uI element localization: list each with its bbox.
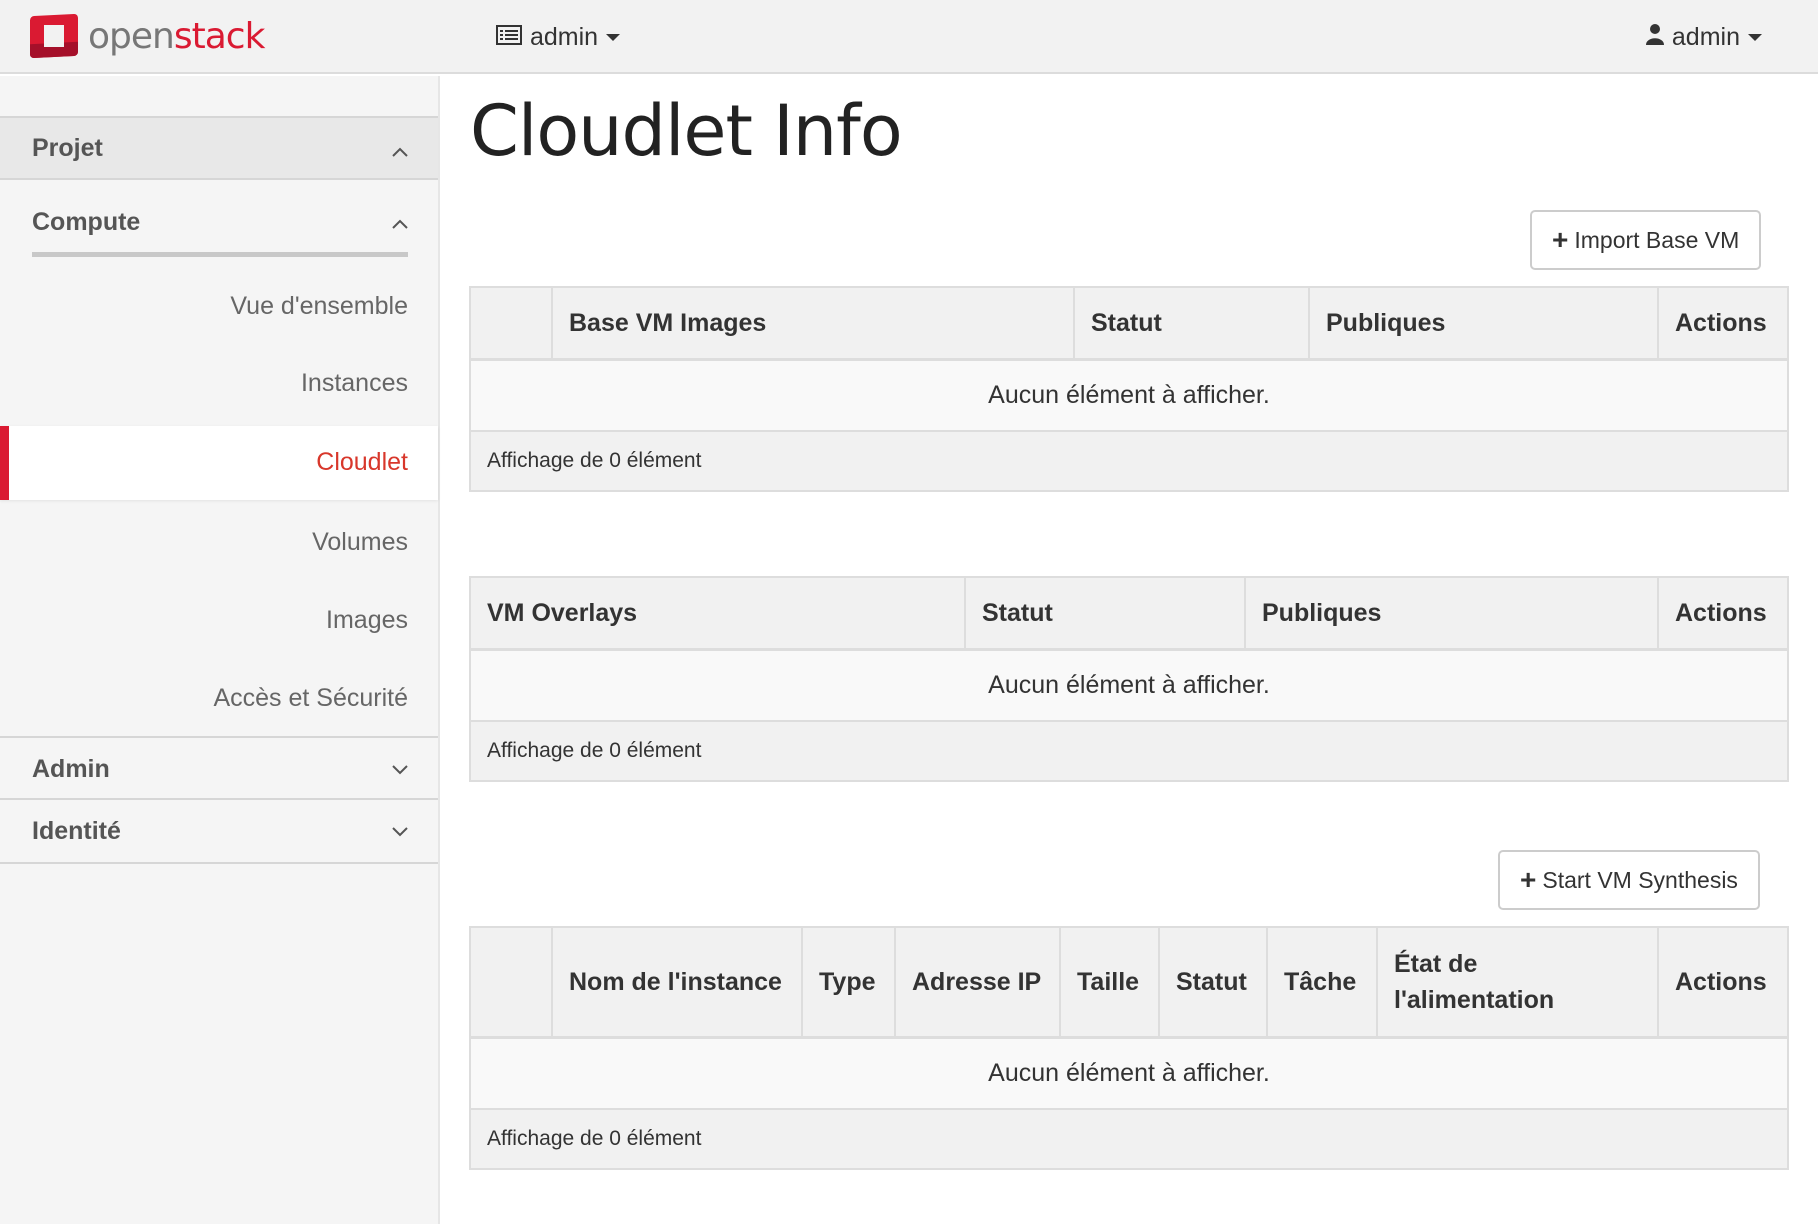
openstack-logo-icon	[30, 13, 78, 59]
table-footer: Affichage de 0 élément	[470, 1109, 1788, 1169]
empty-message: Aucun élément à afficher.	[470, 649, 1788, 722]
project-selector-label: admin	[530, 22, 599, 51]
column-header[interactable]: Statut	[964, 577, 1245, 651]
column-header[interactable]: Statut	[1158, 927, 1267, 1039]
button-label: Import Base VM	[1574, 226, 1740, 253]
chevron-down-icon	[606, 33, 621, 41]
sidebar-item-images[interactable]: Images	[0, 584, 438, 658]
project-list-icon	[496, 23, 522, 52]
openstack-logo[interactable]: openstack	[30, 10, 265, 62]
sidebar-item-label: Vue d'ensemble	[230, 292, 408, 320]
sidebar-section-label: Admin	[32, 755, 110, 783]
column-header: Actions	[1657, 927, 1788, 1039]
sidebar-section-identity[interactable]: Identité	[0, 800, 438, 864]
column-header[interactable]: Statut	[1073, 287, 1309, 361]
top-navbar: openstack admin admin	[0, 0, 1818, 74]
sidebar-item-overview[interactable]: Vue d'ensemble	[0, 270, 438, 344]
column-header[interactable]: Type	[801, 927, 895, 1039]
user-menu-label: admin	[1671, 22, 1740, 51]
button-label: Start VM Synthesis	[1542, 866, 1738, 893]
empty-message: Aucun élément à afficher.	[470, 1037, 1788, 1110]
sidebar-section-label: Identité	[32, 817, 121, 845]
column-header[interactable]: Taille	[1059, 927, 1159, 1039]
sidebar-item-label: Instances	[300, 369, 408, 397]
table-footer: Affichage de 0 élément	[470, 721, 1788, 781]
sidebar-item-access-security[interactable]: Accès et Sécurité	[0, 662, 438, 736]
sidebar-group-compute[interactable]: Compute	[0, 202, 438, 266]
column-header[interactable]: État de l'alimentation	[1376, 927, 1658, 1039]
select-column-header	[470, 927, 552, 1039]
group-underline	[32, 252, 408, 257]
column-header[interactable]: Adresse IP	[894, 927, 1060, 1039]
sidebar-item-label: Images	[326, 606, 408, 634]
plus-icon: +	[1520, 864, 1537, 895]
chevron-down-icon	[392, 820, 408, 843]
sidebar-section-projet[interactable]: Projet	[0, 116, 438, 180]
logo-text: openstack	[88, 15, 265, 57]
empty-message: Aucun élément à afficher.	[470, 359, 1788, 432]
sidebar-item-label: Accès et Sécurité	[213, 684, 408, 712]
instances-table: Nom de l'instance Type Adresse IP Taille…	[469, 926, 1789, 1170]
user-menu-dropdown[interactable]: admin	[1645, 18, 1762, 56]
vm-overlays-table: VM Overlays Statut Publiques Actions Auc…	[469, 576, 1789, 782]
sidebar-group-label: Compute	[32, 208, 141, 236]
column-header[interactable]: Base VM Images	[551, 287, 1074, 361]
base-vm-images-table: Base VM Images Statut Publiques Actions …	[469, 286, 1789, 492]
sidebar-item-cloudlet[interactable]: Cloudlet	[0, 426, 438, 500]
column-header[interactable]: VM Overlays	[470, 577, 965, 651]
chevron-up-icon	[392, 212, 408, 235]
sidebar-item-label: Volumes	[312, 528, 408, 556]
sidebar-section-admin[interactable]: Admin	[0, 736, 438, 800]
column-header[interactable]: Publiques	[1308, 287, 1658, 361]
sidebar-item-volumes[interactable]: Volumes	[0, 506, 438, 580]
page-title: Cloudlet Info	[470, 90, 903, 172]
chevron-up-icon	[392, 140, 408, 163]
sidebar-section-label: Projet	[32, 134, 103, 162]
select-column-header	[470, 287, 552, 361]
column-header[interactable]: Tâche	[1266, 927, 1377, 1039]
chevron-down-icon	[1748, 33, 1762, 41]
column-header[interactable]: Publiques	[1244, 577, 1658, 651]
column-header: Actions	[1657, 577, 1788, 651]
column-header[interactable]: Nom de l'instance	[551, 927, 802, 1039]
table-footer: Affichage de 0 élément	[470, 431, 1788, 491]
start-vm-synthesis-button[interactable]: + Start VM Synthesis	[1498, 850, 1760, 910]
import-base-vm-button[interactable]: + Import Base VM	[1530, 210, 1762, 270]
sidebar-item-instances[interactable]: Instances	[0, 347, 438, 421]
project-selector-dropdown[interactable]: admin	[496, 18, 621, 56]
sidebar: Projet Compute Vue d'ensemble Instances …	[0, 76, 440, 1224]
sidebar-item-label: Cloudlet	[316, 448, 408, 476]
column-header: Actions	[1657, 287, 1788, 361]
plus-icon: +	[1552, 224, 1569, 255]
chevron-down-icon	[392, 758, 408, 781]
user-icon	[1645, 23, 1664, 52]
